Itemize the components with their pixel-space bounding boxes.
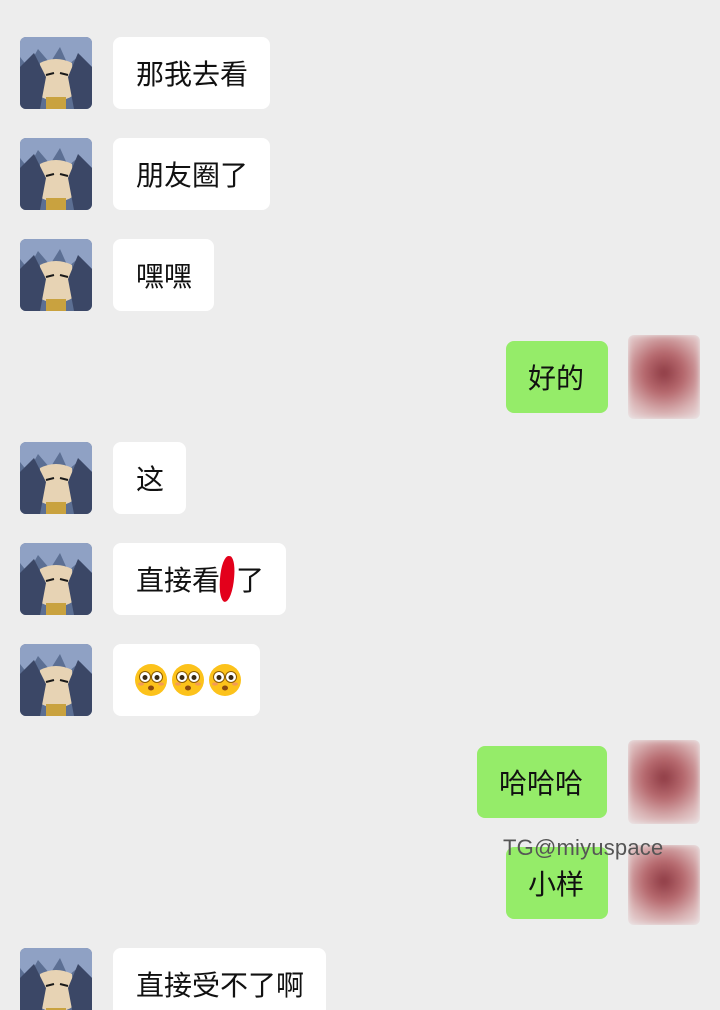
message-text-before: 直接看 <box>136 564 221 597</box>
watermark-text: TG@miyuspace <box>503 835 664 860</box>
message-bubble[interactable] <box>113 644 260 716</box>
message-row: 直接看 了 <box>0 543 720 615</box>
blurred-avatar-icon <box>628 740 700 824</box>
flushed-face-emoji-icon <box>208 663 242 697</box>
message-bubble[interactable]: 那我去看 <box>113 37 271 109</box>
message-bubble[interactable]: 直接受不了啊 <box>113 948 327 1010</box>
message-text: 好的 <box>528 362 585 395</box>
anime-character-avatar-icon <box>20 543 92 615</box>
message-text-after: 了 <box>236 564 265 597</box>
message-text: 哈哈哈 <box>499 767 584 800</box>
message-bubble[interactable]: 朋友圈了 <box>113 138 271 210</box>
flushed-face-emoji-icon <box>171 663 205 697</box>
self-avatar[interactable] <box>628 335 700 419</box>
contact-avatar[interactable] <box>20 644 92 716</box>
message-bubble[interactable]: 这 <box>113 442 187 514</box>
message-bubble[interactable]: 嘿嘿 <box>113 239 215 311</box>
message-bubble[interactable]: 直接看 了 <box>113 543 287 615</box>
contact-avatar[interactable] <box>20 543 92 615</box>
anime-character-avatar-icon <box>20 239 92 311</box>
self-avatar[interactable] <box>628 740 700 824</box>
message-row: 朋友圈了 <box>0 138 720 210</box>
message-text: 那我去看 <box>136 58 249 91</box>
message-row: 那我去看 <box>0 37 720 109</box>
message-text: 嘿嘿 <box>136 260 193 293</box>
message-text: 这 <box>136 463 165 496</box>
contact-avatar[interactable] <box>20 37 92 109</box>
message-row: 直接受不了啊 <box>0 948 720 1010</box>
contact-avatar[interactable] <box>20 138 92 210</box>
anime-character-avatar-icon <box>20 442 92 514</box>
chat-history: 那我去看 朋友圈了 嘿嘿 好的 这 直接看 了 哈哈哈 小样 直接受不了啊 TG… <box>0 0 720 1010</box>
message-row: 好的 <box>0 335 720 419</box>
contact-avatar[interactable] <box>20 239 92 311</box>
red-redaction-mark <box>218 555 236 603</box>
message-text: 朋友圈了 <box>136 159 249 192</box>
message-bubble[interactable]: 好的 <box>506 341 609 413</box>
message-row: 哈哈哈 <box>0 740 720 824</box>
contact-avatar[interactable] <box>20 948 92 1010</box>
anime-character-avatar-icon <box>20 138 92 210</box>
flushed-face-emoji-icon <box>134 663 168 697</box>
message-text: 小样 <box>528 868 585 901</box>
message-row: 这 <box>0 442 720 514</box>
anime-character-avatar-icon <box>20 644 92 716</box>
contact-avatar[interactable] <box>20 442 92 514</box>
message-row <box>0 644 720 716</box>
anime-character-avatar-icon <box>20 948 92 1010</box>
message-row: 嘿嘿 <box>0 239 720 311</box>
message-text: 直接受不了啊 <box>136 969 305 1002</box>
message-bubble[interactable]: 哈哈哈 <box>477 746 608 818</box>
blurred-avatar-icon <box>628 335 700 419</box>
anime-character-avatar-icon <box>20 37 92 109</box>
